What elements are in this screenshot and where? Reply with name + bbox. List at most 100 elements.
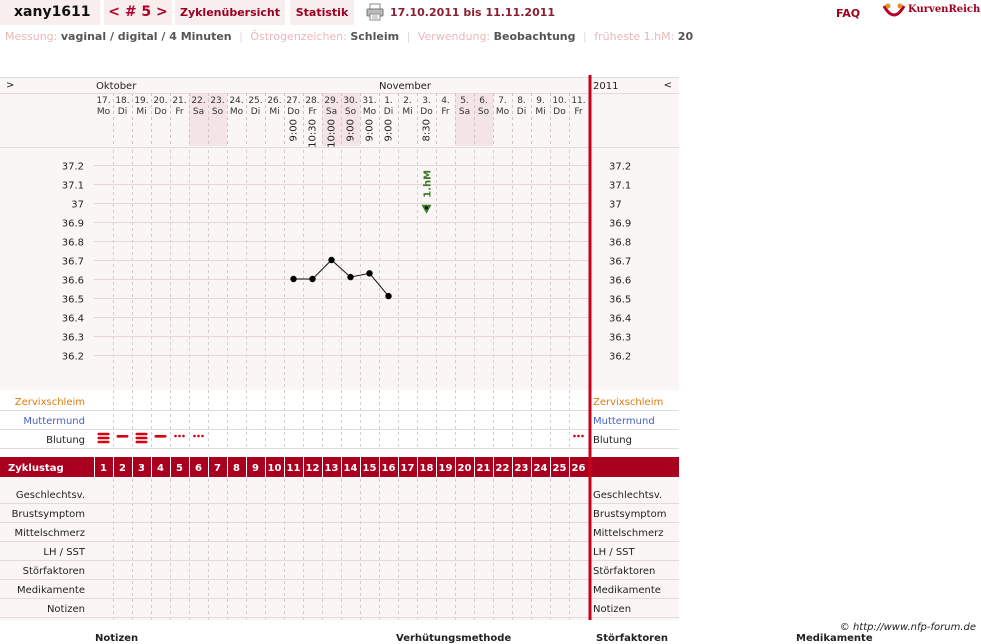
y-tick-label-left: 36.4 [62, 314, 84, 325]
cycle-day-number: 20 [458, 463, 472, 474]
bleeding-mark [116, 435, 129, 438]
day-weekday: Mo [496, 107, 510, 117]
footer-header-stoerfaktoren: Störfaktoren [596, 633, 669, 644]
cycle-day-number: 15 [363, 463, 377, 474]
temperature-point[interactable] [366, 270, 373, 277]
day-date: 26. [267, 96, 281, 106]
day-weekday: Mi [269, 107, 279, 117]
hm-label: früheste 1.hM: [594, 30, 675, 43]
footer-header-medikamente: Medikamente [796, 633, 873, 644]
bleeding-dot [182, 434, 185, 438]
muttermund-label-right: Muttermund [593, 416, 655, 427]
row-label-right: Störfaktoren [593, 566, 655, 577]
nav-next-button[interactable]: < [664, 80, 672, 91]
row-label-right: Mittelschmerz [593, 528, 663, 539]
day-weekday: Mo [230, 107, 244, 117]
measurement-time: 9:00 [384, 119, 395, 141]
y-tick-label-left: 36.7 [62, 257, 84, 268]
day-date: 27. [286, 96, 300, 106]
blutung-label-left: Blutung [46, 435, 85, 446]
cycle-navigation[interactable]: < # 5 > [104, 0, 172, 25]
day-weekday: Di [517, 107, 526, 117]
printer-icon[interactable] [366, 3, 384, 21]
cycle-day-number: 11 [287, 463, 301, 474]
day-weekday: Mi [535, 107, 545, 117]
cycle-day-number: 2 [119, 463, 126, 474]
cycle-day-number: 14 [344, 463, 358, 474]
day-weekday: So [345, 107, 357, 117]
row-label-right: Brustsymptom [593, 509, 666, 520]
zervixschleim-label-left: Zervixschleim [15, 397, 85, 408]
oestrogen-label: Östrogenzeichen: [250, 30, 347, 43]
nav-prev-button[interactable]: > [6, 80, 14, 91]
day-weekday: Sa [193, 107, 204, 117]
y-tick-label-right: 36.6 [609, 276, 631, 287]
day-date: 31. [362, 96, 376, 106]
cycle-day-number: 9 [252, 463, 259, 474]
measurement-time: 9:00 [289, 119, 300, 141]
cycle-day-number: 22 [496, 463, 510, 474]
tab-statistik[interactable]: Statistik [290, 0, 354, 25]
day-weekday: Fr [441, 107, 450, 117]
hm-value: 20 [677, 30, 694, 43]
day-weekday: Sa [326, 107, 337, 117]
year-label: 2011 [593, 81, 618, 92]
cycle-end-marker [588, 75, 592, 620]
bleeding-mark [135, 436, 148, 440]
measurement-time: 8:30 [422, 119, 433, 141]
measurement-time: 10:00 [327, 119, 338, 148]
cycle-day-number: 25 [553, 463, 567, 474]
faq-link[interactable]: FAQ [836, 0, 860, 28]
row-label-left: Störfaktoren [23, 566, 85, 577]
cycle-day-number: 26 [572, 463, 586, 474]
day-date: 28. [305, 96, 319, 106]
temperature-point[interactable] [290, 275, 297, 283]
temperature-chart[interactable]: 37.2 37.237.1 37.137 3736.9 36.936.8 36.836.7… [0, 75, 679, 620]
y-tick-label-right: 36.8 [609, 238, 631, 249]
day-date: 21. [172, 96, 186, 106]
day-weekday: Fr [574, 107, 583, 117]
bleeding-dot [581, 434, 584, 438]
hm-marker-label: 1.hM [423, 170, 434, 198]
measurement-time: 9:00 [365, 119, 376, 141]
day-date: 22. [191, 96, 205, 106]
bleeding-dot [573, 434, 576, 438]
bleeding-mark [97, 440, 110, 444]
cycle-day-number: 12 [306, 463, 320, 474]
oestrogen-value: Schleim [350, 30, 400, 43]
day-date: 18. [115, 96, 129, 106]
month-label-oktober: Oktober [96, 81, 137, 92]
bleeding-mark [97, 436, 110, 440]
cycle-day-number: 1 [100, 463, 107, 474]
temperature-point[interactable] [328, 256, 335, 264]
day-date: 9. [536, 96, 545, 106]
temperature-point[interactable] [347, 273, 354, 281]
day-date: 17. [96, 96, 110, 106]
row-label-left: Medikamente [17, 585, 85, 596]
temperature-point[interactable] [309, 275, 316, 283]
day-weekday: Di [384, 107, 393, 117]
cycle-day-number: 19 [439, 463, 453, 474]
temperature-point[interactable] [385, 292, 392, 300]
cycle-day-number: 3 [138, 463, 145, 474]
tab-zyklenuebersicht[interactable]: Zyklenübersicht [175, 0, 285, 25]
cycle-day-number: 13 [325, 463, 339, 474]
day-date: 1. [384, 96, 393, 106]
bleeding-mark [135, 432, 148, 436]
cycle-day-number: 24 [534, 463, 548, 474]
cycle-day-number: 7 [214, 463, 221, 474]
cycle-day-number: 4 [157, 463, 164, 474]
measurement-time: 9:00 [346, 119, 357, 141]
y-tick-label-left: 37.2 [62, 162, 84, 173]
kurvenreich-logo[interactable]: KurvenReich [880, 2, 981, 24]
cycle-day-number: 17 [401, 463, 415, 474]
bleeding-dot [577, 434, 580, 438]
cycle-day-number: 5 [176, 463, 183, 474]
row-label-left: Brustsymptom [12, 509, 85, 520]
cycle-day-number: 16 [382, 463, 396, 474]
day-date: 10. [552, 96, 566, 106]
day-weekday: Sa [459, 107, 470, 117]
footer-header-notizen: Notizen [95, 633, 139, 644]
y-tick-label-right: 36.7 [609, 257, 631, 268]
month-label-november: November [379, 81, 432, 92]
